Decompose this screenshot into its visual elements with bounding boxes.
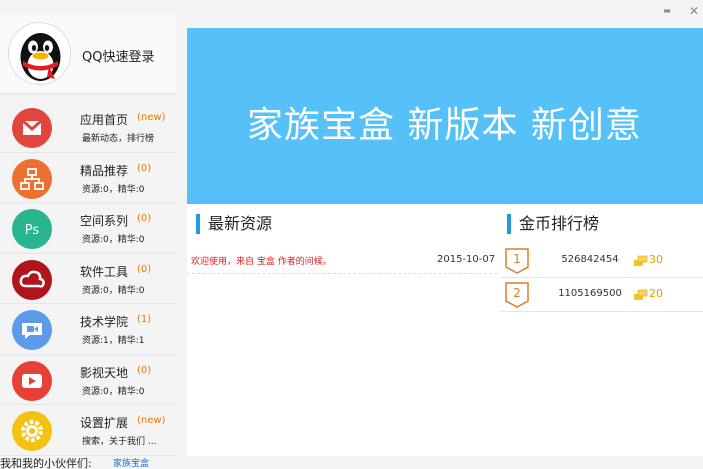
sidebar-item-settings[interactable]: 设置扩展 (new) 搜索，关于我们 ... [0,405,176,456]
mail-icon [12,108,52,148]
sidebar-item-title: 技术学院 [80,315,129,329]
sidebar-item-subtitle: 资源:0，精华:0 [82,386,145,397]
rank-number: 1 [513,252,521,266]
sidebar-item-title: 影视天地 [80,365,129,380]
qq-login-label[interactable]: QQ快速登录 [82,46,154,65]
sidebar-item-subtitle: 最新动态，排行榜 [82,134,155,144]
sidebar-item-home[interactable]: 应用首页 (new) 最新动态，排行榜 [0,102,176,153]
video-chat-icon [12,310,52,350]
gear-icon [12,411,52,451]
sidebar-item-title: 设置扩展 [80,416,129,430]
ranking-row[interactable]: 2 1105169500 20 [500,278,703,312]
login-panel[interactable]: QQ快速登录 [0,14,176,94]
new-badge: (new) [137,415,166,426]
sidebar-item-subtitle: 资源:1，精华:1 [82,336,145,346]
sidebar-item-title: 空间系列 [80,214,129,228]
rank-number: 2 [513,286,521,300]
sidebar-item-title: 精品推荐 [80,163,129,178]
qq-penguin-avatar[interactable] [8,22,71,85]
sidebar-item-subtitle: 资源:0，精华:0 [82,285,145,296]
sidebar-item-video[interactable]: 影视天地 (0) 资源:0，精华:0 [0,354,176,405]
footer: 我和我的小伙伴们: 家族宝盒 [0,458,703,469]
resource-title[interactable]: 欢迎使用，来自 宝盒 作者的问候。 [191,254,332,267]
footer-link[interactable]: 家族宝盒 [113,458,149,469]
ranking-row[interactable]: 1 526842454 30 [500,244,703,278]
rank-user-id: 526842454 [561,254,619,265]
latest-resources-heading: 最新资源 [196,214,272,234]
sidebar-item-tech[interactable]: 技术学院 (1) 资源:1，精华:1 [0,304,176,355]
count-badge: (0) [137,162,152,174]
sidebar-item-title: 软件工具 [80,264,129,279]
resource-row[interactable]: 欢迎使用，来自 宝盒 作者的问候。 2015-10-07 [187,248,497,274]
main-panel: 家族宝盒 新版本 新创意 最新资源 欢迎使用，来自 宝盒 作者的问候。 2015… [187,28,703,456]
sitemap-icon [12,158,52,199]
sidebar-item-subtitle: 资源:0，精华:0 [82,235,145,245]
play-icon [12,360,52,401]
count-badge: (0) [137,213,152,224]
footer-label: 我和我的小伙伴们: [0,458,92,469]
count-badge: (0) [137,263,152,275]
coin-ranking-heading: 金币排行榜 [507,214,599,234]
rank-coin-count: 30 [649,253,663,266]
count-badge: (0) [137,364,152,376]
new-badge: (new) [137,112,166,123]
sidebar-item-subtitle: 搜索，关于我们 ... [82,437,157,447]
sidebar-item-featured[interactable]: 精品推荐 (0) 资源:0，精华:0 [0,152,176,203]
resource-date: 2015-10-07 [437,254,496,265]
coins-icon [634,255,648,266]
sidebar-item-title: 应用首页 [80,113,129,127]
sidebar: QQ快速登录 应用首页 (new) 最新动态，排行榜 精品推荐 (0) 资源:0… [0,14,176,456]
sidebar-item-subtitle: 资源:0，精华:0 [82,184,145,195]
sidebar-item-software[interactable]: 软件工具 (0) 资源:0，精华:0 [0,253,176,304]
ps-icon: Ps [12,209,52,249]
rank-user-id: 1105169500 [558,288,622,299]
minimize-button[interactable]: ▬ [659,3,675,19]
coins-icon [634,289,648,300]
close-button[interactable]: ✕ [686,3,702,19]
rank-coin-count: 20 [649,287,663,300]
banner-title: 家族宝盒 新版本 新创意 [247,105,642,146]
svg-text:Ps: Ps [25,223,40,238]
sidebar-menu: 应用首页 (new) 最新动态，排行榜 精品推荐 (0) 资源:0，精华:0 P… [0,102,176,456]
count-badge: (1) [137,314,152,325]
creative-cloud-icon [12,259,52,300]
banner: 家族宝盒 新版本 新创意 [187,28,703,204]
sidebar-item-space[interactable]: Ps 空间系列 (0) 资源:0，精华:0 [0,203,176,254]
